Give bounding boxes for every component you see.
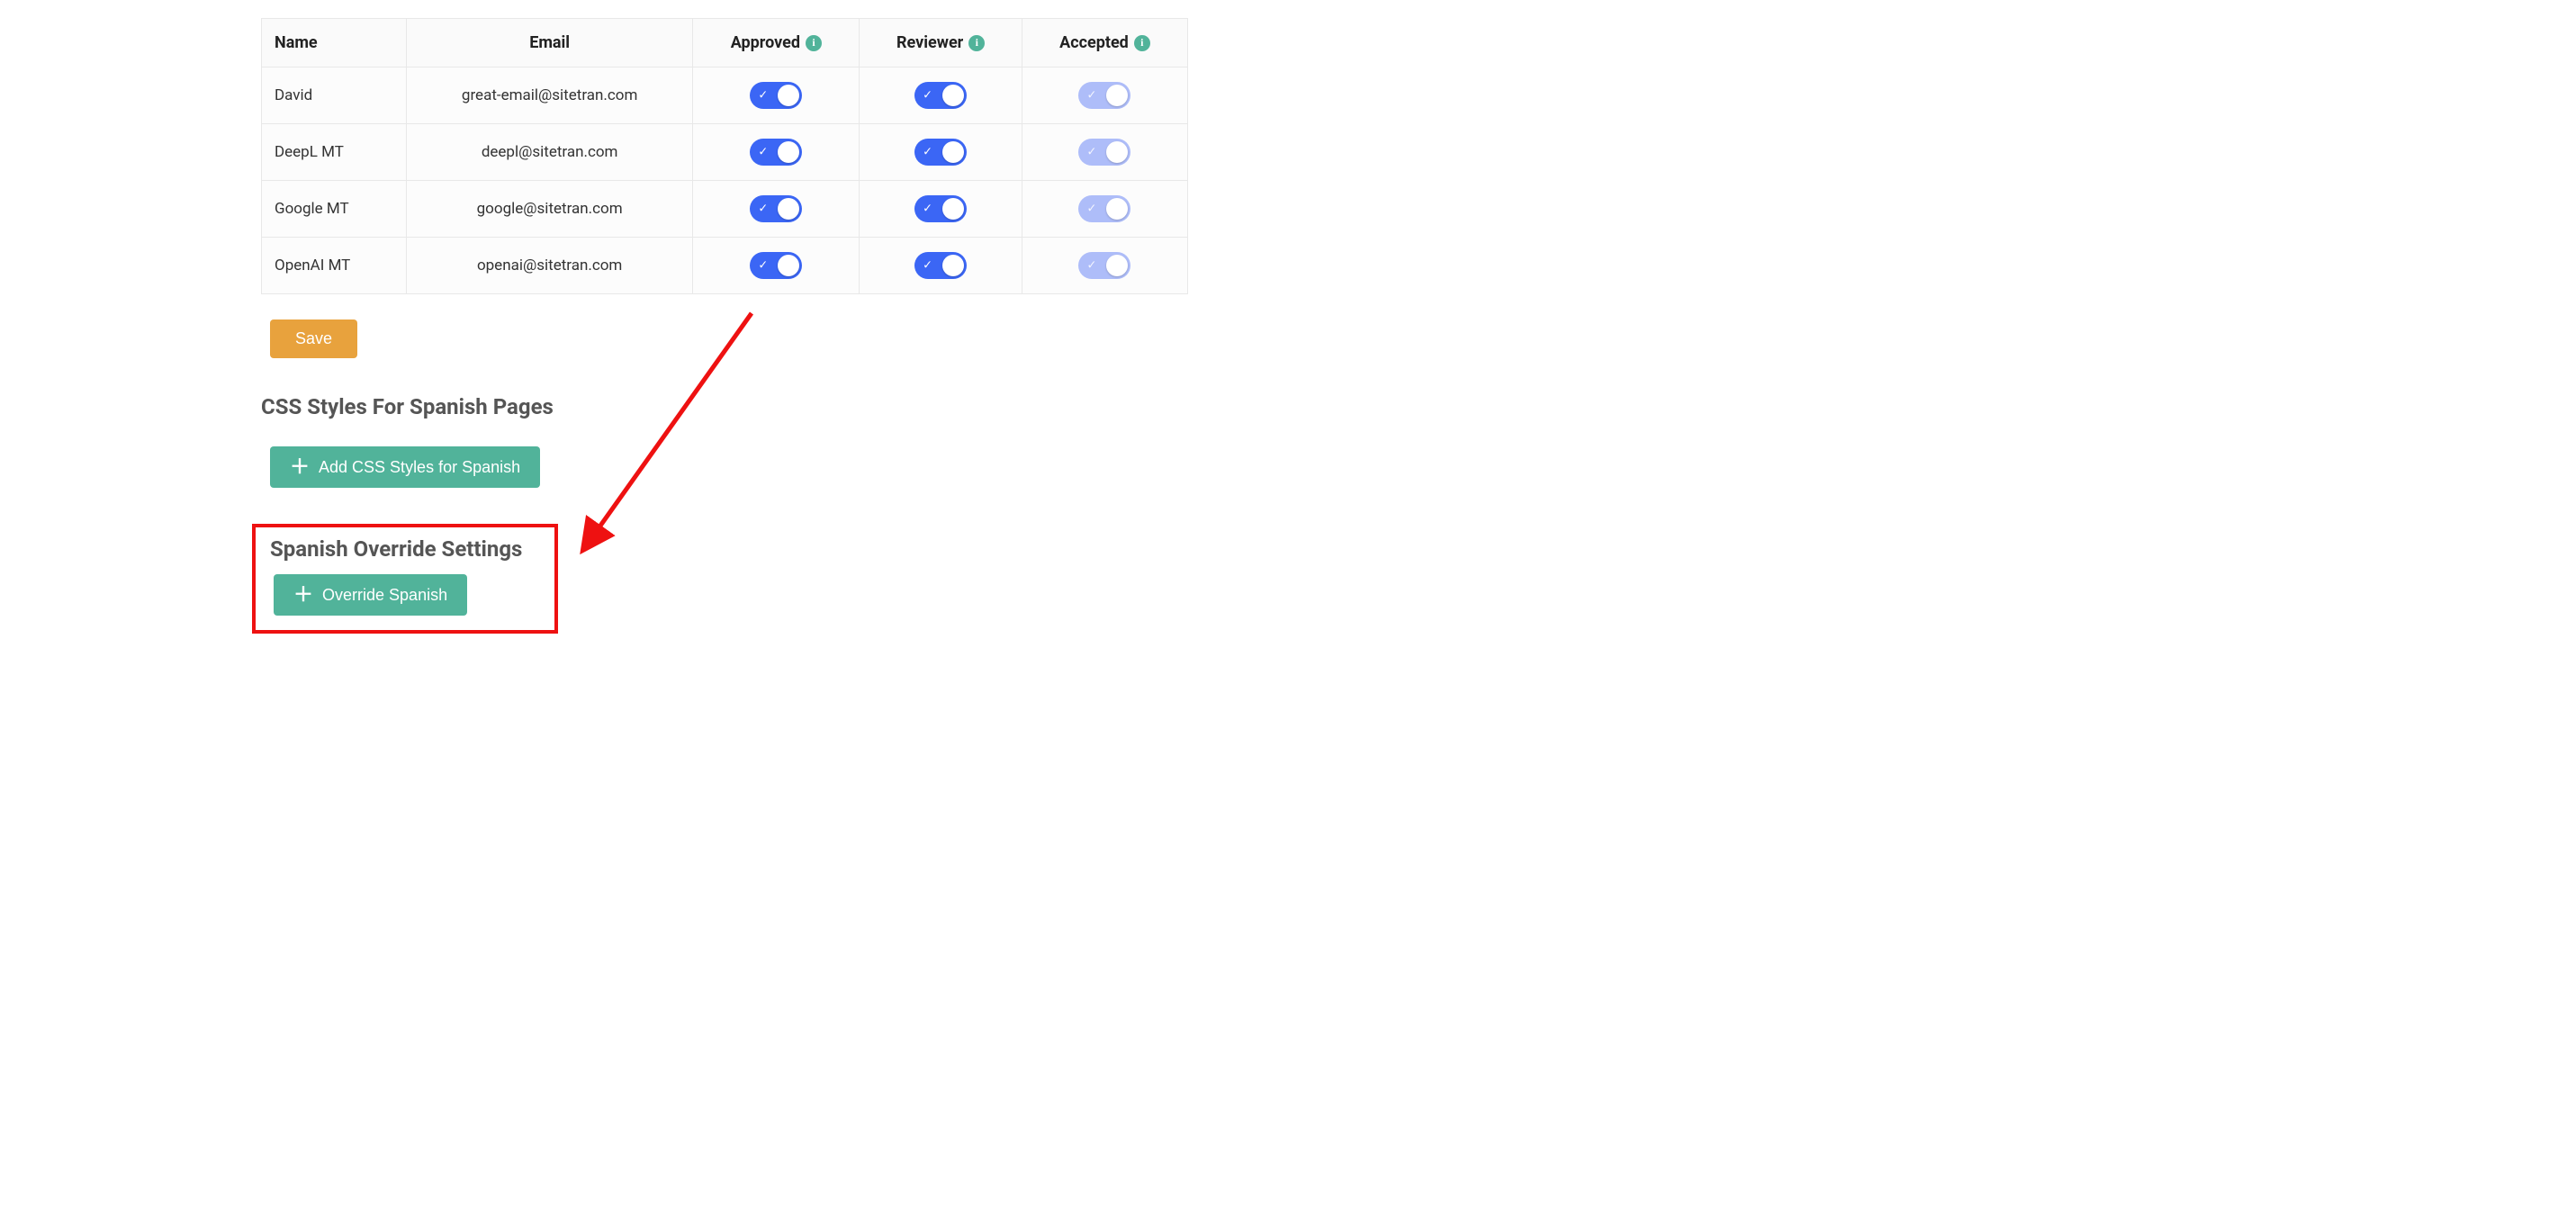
check-icon: ✓ bbox=[1086, 147, 1096, 158]
cell-email: openai@sitetran.com bbox=[406, 238, 693, 294]
reviewer-toggle[interactable]: ✓ bbox=[914, 82, 967, 109]
plus-icon: ＋ bbox=[293, 585, 313, 605]
add-css-button[interactable]: ＋ Add CSS Styles for Spanish bbox=[270, 446, 540, 488]
table-row: Google MT google@sitetran.com ✓ ✓ bbox=[262, 181, 1188, 238]
override-settings-highlight: Spanish Override Settings ＋ Override Spa… bbox=[252, 524, 558, 634]
check-icon: ✓ bbox=[923, 260, 932, 272]
check-icon: ✓ bbox=[1086, 203, 1096, 215]
header-reviewer: Reviewer i bbox=[860, 19, 1022, 68]
info-icon[interactable]: i bbox=[1134, 35, 1150, 51]
reviewer-toggle[interactable]: ✓ bbox=[914, 139, 967, 166]
approved-toggle[interactable]: ✓ bbox=[750, 82, 802, 109]
translators-table: Name Email Approved i Reviewer i bbox=[261, 18, 1188, 294]
table-row: David great-email@sitetran.com ✓ ✓ bbox=[262, 68, 1188, 124]
save-button[interactable]: Save bbox=[270, 320, 357, 358]
approved-toggle[interactable]: ✓ bbox=[750, 195, 802, 222]
reviewer-toggle[interactable]: ✓ bbox=[914, 195, 967, 222]
cell-email: great-email@sitetran.com bbox=[406, 68, 693, 124]
header-email: Email bbox=[406, 19, 693, 68]
accepted-toggle: ✓ bbox=[1078, 252, 1130, 279]
cell-name: David bbox=[262, 68, 407, 124]
check-icon: ✓ bbox=[758, 147, 768, 158]
override-spanish-button[interactable]: ＋ Override Spanish bbox=[274, 574, 467, 616]
header-approved: Approved i bbox=[693, 19, 860, 68]
plus-icon: ＋ bbox=[290, 457, 310, 477]
check-icon: ✓ bbox=[758, 260, 768, 272]
check-icon: ✓ bbox=[923, 90, 932, 102]
accepted-toggle: ✓ bbox=[1078, 82, 1130, 109]
check-icon: ✓ bbox=[923, 203, 932, 215]
check-icon: ✓ bbox=[923, 147, 932, 158]
accepted-toggle: ✓ bbox=[1078, 139, 1130, 166]
check-icon: ✓ bbox=[1086, 90, 1096, 102]
override-settings-heading: Spanish Override Settings bbox=[270, 536, 544, 562]
info-icon[interactable]: i bbox=[968, 35, 985, 51]
info-icon[interactable]: i bbox=[806, 35, 822, 51]
cell-name: OpenAI MT bbox=[262, 238, 407, 294]
reviewer-toggle[interactable]: ✓ bbox=[914, 252, 967, 279]
accepted-toggle: ✓ bbox=[1078, 195, 1130, 222]
css-styles-heading: CSS Styles For Spanish Pages bbox=[261, 394, 1188, 419]
approved-toggle[interactable]: ✓ bbox=[750, 252, 802, 279]
check-icon: ✓ bbox=[758, 203, 768, 215]
header-accepted: Accepted i bbox=[1022, 19, 1187, 68]
table-row: OpenAI MT openai@sitetran.com ✓ ✓ bbox=[262, 238, 1188, 294]
cell-email: deepl@sitetran.com bbox=[406, 124, 693, 181]
cell-name: DeepL MT bbox=[262, 124, 407, 181]
cell-email: google@sitetran.com bbox=[406, 181, 693, 238]
header-name: Name bbox=[262, 19, 407, 68]
check-icon: ✓ bbox=[1086, 260, 1096, 272]
check-icon: ✓ bbox=[758, 90, 768, 102]
table-row: DeepL MT deepl@sitetran.com ✓ ✓ bbox=[262, 124, 1188, 181]
approved-toggle[interactable]: ✓ bbox=[750, 139, 802, 166]
cell-name: Google MT bbox=[262, 181, 407, 238]
